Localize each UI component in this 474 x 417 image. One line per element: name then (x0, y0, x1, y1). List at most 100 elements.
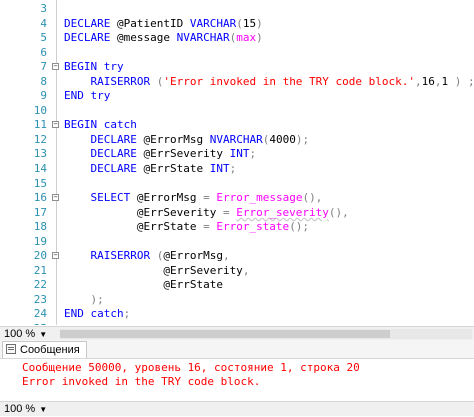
code-line[interactable]: 5 DECLARE @message NVARCHAR(max) (0, 31, 474, 46)
code-line[interactable]: 17 @ErrSeverity = Error_severity(), (0, 206, 474, 221)
code-token: ; (229, 162, 237, 176)
code-text: @ErrSeverity, (64, 264, 249, 279)
code-token: catch (103, 118, 137, 132)
code-token: 4000 (269, 132, 296, 146)
code-line[interactable]: 6 (0, 46, 474, 61)
code-token: BEGIN (64, 60, 98, 74)
code-token: SELECT (90, 191, 131, 205)
code-token: DECLARE (90, 147, 137, 161)
line-number: 20 (33, 249, 47, 263)
code-line[interactable]: 10 (0, 104, 474, 119)
line-number: 7 (40, 60, 47, 74)
code-text: SELECT @ErrorMsg = Error_message(), (64, 191, 323, 206)
code-token: Error_severity (236, 205, 329, 219)
code-line[interactable]: 7− BEGIN try (0, 60, 474, 75)
code-token: DECLARE (90, 162, 137, 176)
code-line[interactable]: 19 (0, 235, 474, 250)
code-line[interactable]: 11− BEGIN catch (0, 118, 474, 133)
code-text: @ErrState = Error_state(); (64, 220, 309, 235)
collapse-region-icon[interactable]: − (52, 194, 59, 202)
code-line[interactable]: 4 DECLARE @PatientID VARCHAR(15) (0, 17, 474, 32)
code-token: , (434, 74, 442, 88)
line-number: 19 (33, 234, 47, 248)
code-line[interactable]: 21 @ErrSeverity, (0, 264, 474, 279)
code-token: @ErrSeverity (64, 263, 243, 277)
tab-messages[interactable]: Сообщения (2, 341, 87, 358)
collapse-region-icon[interactable]: − (52, 252, 59, 260)
code-text: RAISERROR (@ErrorMsg, (64, 249, 230, 264)
code-token: , (222, 249, 230, 263)
messages-zoom-value: 100 % (4, 403, 36, 415)
code-text: DECLARE @ErrSeverity INT; (64, 147, 257, 162)
code-line[interactable]: 9 END try (0, 89, 474, 104)
line-number: 4 (40, 16, 47, 30)
code-token: (); (289, 220, 310, 234)
code-line[interactable]: 3 (0, 2, 474, 17)
code-line[interactable]: 8 RAISERROR ('Error invoked in the TRY c… (0, 75, 474, 90)
code-token: 'Error invoked in the TRY code block.' (163, 74, 416, 88)
code-token: VARCHAR (189, 16, 237, 30)
line-number: 6 (40, 45, 47, 59)
collapse-region-icon[interactable]: − (52, 121, 59, 129)
code-line[interactable]: 24 END catch; (0, 307, 474, 322)
line-number: 8 (40, 74, 47, 88)
code-token: RAISERROR (90, 74, 151, 88)
code-token: = (222, 205, 230, 219)
code-token: INT (229, 147, 250, 161)
code-token: ; (302, 132, 310, 146)
code-line[interactable]: 18 @ErrState = Error_state(); (0, 220, 474, 235)
code-line[interactable]: 25 (0, 322, 474, 325)
code-token: 16 (421, 74, 435, 88)
results-tab-bar: Сообщения (0, 340, 474, 359)
code-token: END (64, 307, 84, 321)
line-number: 24 (33, 307, 47, 321)
line-number: 12 (33, 132, 47, 146)
code-token: Error_state (216, 220, 290, 234)
code-text: BEGIN catch (64, 118, 137, 133)
code-token: Error_message (216, 191, 303, 205)
line-number: 17 (33, 205, 47, 219)
query-editor[interactable]: 3 4 DECLARE @PatientID VARCHAR(15) 5 DECLARE… (0, 0, 474, 325)
code-line[interactable]: 22 @ErrState (0, 278, 474, 293)
code-token: 1 (441, 74, 455, 88)
line-number: 13 (33, 147, 47, 161)
code-line[interactable]: 14 DECLARE @ErrState INT; (0, 162, 474, 177)
code-token: catch (90, 307, 124, 321)
messages-zoom-dropdown[interactable]: 100 % ▼ (4, 402, 47, 417)
code-token: @ErrorMsg (163, 249, 223, 263)
code-token: ) (256, 31, 263, 45)
code-token: INT (209, 162, 230, 176)
line-number: 21 (33, 263, 47, 277)
code-token: max (236, 31, 257, 45)
messages-pane[interactable]: Сообщение 50000, уровень 16, состояние 1… (0, 359, 474, 399)
collapse-region-icon[interactable]: − (52, 63, 59, 71)
code-text: END catch; (64, 307, 130, 322)
line-number: 9 (40, 89, 47, 103)
code-line[interactable]: 12 DECLARE @ErrorMsg NVARCHAR(4000); (0, 133, 474, 148)
code-token: , (415, 74, 422, 88)
code-token: try (90, 89, 111, 103)
code-token: END (64, 89, 84, 103)
code-line[interactable]: 20− RAISERROR (@ErrorMsg, (0, 249, 474, 264)
code-line[interactable]: 23 ); (0, 293, 474, 308)
code-token: (), (302, 191, 323, 205)
code-line[interactable]: 13 DECLARE @ErrSeverity INT; (0, 147, 474, 162)
editor-horizontal-scrollbar[interactable] (60, 329, 472, 339)
code-line[interactable]: 15 (0, 177, 474, 192)
line-number: 22 (33, 278, 47, 292)
code-line[interactable]: 16− SELECT @ErrorMsg = Error_message(), (0, 191, 474, 206)
line-number: 15 (33, 176, 47, 190)
code-token: 15 (242, 16, 257, 30)
chevron-down-icon: ▼ (39, 405, 48, 414)
scrollbar-thumb[interactable] (60, 330, 390, 338)
code-text: BEGIN try (64, 60, 124, 75)
code-text: DECLARE @ErrState INT; (64, 162, 237, 177)
code-token: @ErrSeverity (136, 147, 230, 161)
